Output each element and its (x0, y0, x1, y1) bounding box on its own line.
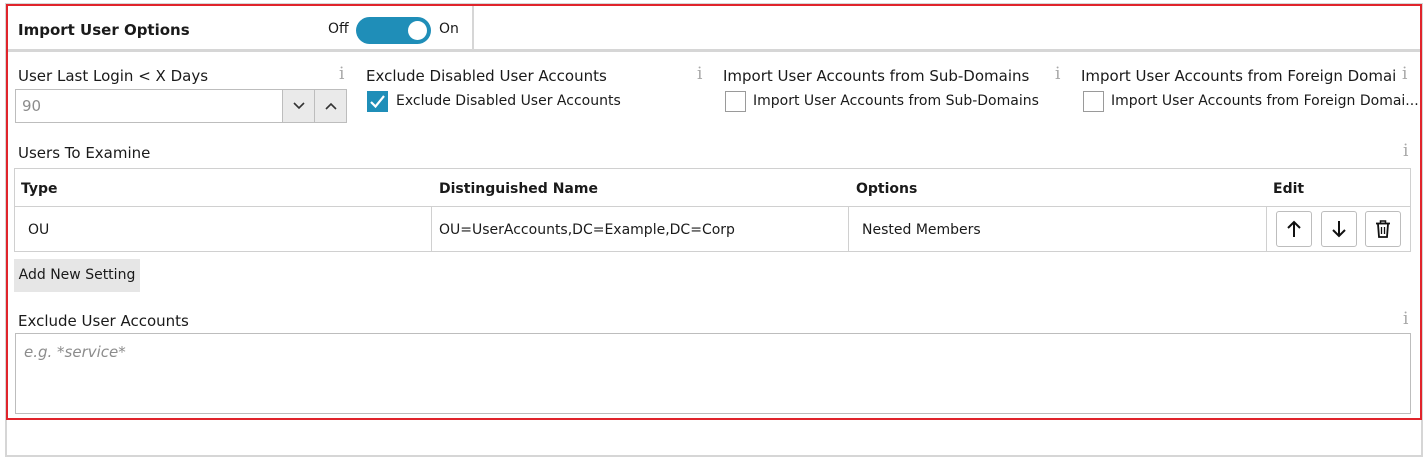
exclude-disabled-label: Exclude Disabled User Accounts (366, 67, 607, 85)
exclude-disabled-checkbox-label[interactable]: Exclude Disabled User Accounts (396, 93, 621, 109)
table-column-divider (848, 207, 849, 251)
delete-button[interactable] (1365, 211, 1401, 247)
exclude-user-accounts-label: Exclude User Accounts (18, 312, 189, 330)
sub-domains-label: Import User Accounts from Sub-Domains (723, 67, 1030, 85)
info-icon[interactable]: i (1403, 309, 1408, 329)
move-down-button[interactable] (1321, 211, 1357, 247)
column-header-edit: Edit (1273, 181, 1305, 197)
table-column-divider (1266, 207, 1267, 251)
sub-domains-checkbox[interactable] (725, 91, 746, 112)
foreign-domains-checkbox-label[interactable]: Import User Accounts from Foreign Domai.… (1111, 93, 1419, 109)
column-header-options: Options (856, 181, 918, 197)
last-login-label: User Last Login < X Days (18, 67, 209, 85)
toggle-off-label: Off (328, 21, 349, 37)
exclude-disabled-checkbox[interactable] (367, 91, 388, 112)
import-toggle[interactable] (356, 17, 431, 44)
info-icon[interactable]: i (697, 64, 702, 84)
users-to-examine-label: Users To Examine (18, 144, 151, 162)
foreign-domains-checkbox[interactable] (1083, 91, 1104, 112)
users-to-examine-table (14, 168, 1411, 252)
column-header-type: Type (21, 181, 58, 197)
header-divider (8, 49, 1420, 52)
section-title: Import User Options (18, 21, 190, 39)
exclude-user-accounts-input[interactable] (15, 333, 1411, 414)
info-icon[interactable]: i (339, 64, 344, 84)
sub-domains-checkbox-label[interactable]: Import User Accounts from Sub-Domains (753, 93, 1039, 109)
foreign-domains-label: Import User Accounts from Foreign Domain… (1081, 67, 1397, 85)
table-column-divider (431, 207, 432, 251)
arrow-up-icon (1287, 220, 1301, 237)
spin-up-button[interactable] (314, 89, 347, 123)
info-icon[interactable]: i (1402, 64, 1407, 84)
add-new-setting-button[interactable]: Add New Setting (14, 259, 140, 292)
table-header-divider (15, 206, 1410, 207)
trash-icon (1376, 220, 1390, 238)
arrow-down-icon (1332, 221, 1346, 238)
cell-options: Nested Members (862, 222, 981, 238)
info-icon[interactable]: i (1403, 141, 1408, 161)
spin-down-button[interactable] (282, 89, 315, 123)
chevron-down-icon (292, 102, 305, 110)
column-header-distinguished-name: Distinguished Name (439, 181, 598, 197)
move-up-button[interactable] (1276, 211, 1312, 247)
checkmark-icon (370, 95, 385, 109)
chevron-up-icon (324, 102, 337, 110)
last-login-days-input[interactable]: 90 (15, 89, 282, 123)
cell-distinguished-name: OU=UserAccounts,DC=Example,DC=Corp (439, 222, 735, 238)
cell-type: OU (28, 222, 50, 238)
toggle-knob (408, 21, 427, 40)
toggle-on-label: On (439, 21, 459, 37)
info-icon[interactable]: i (1055, 64, 1060, 84)
